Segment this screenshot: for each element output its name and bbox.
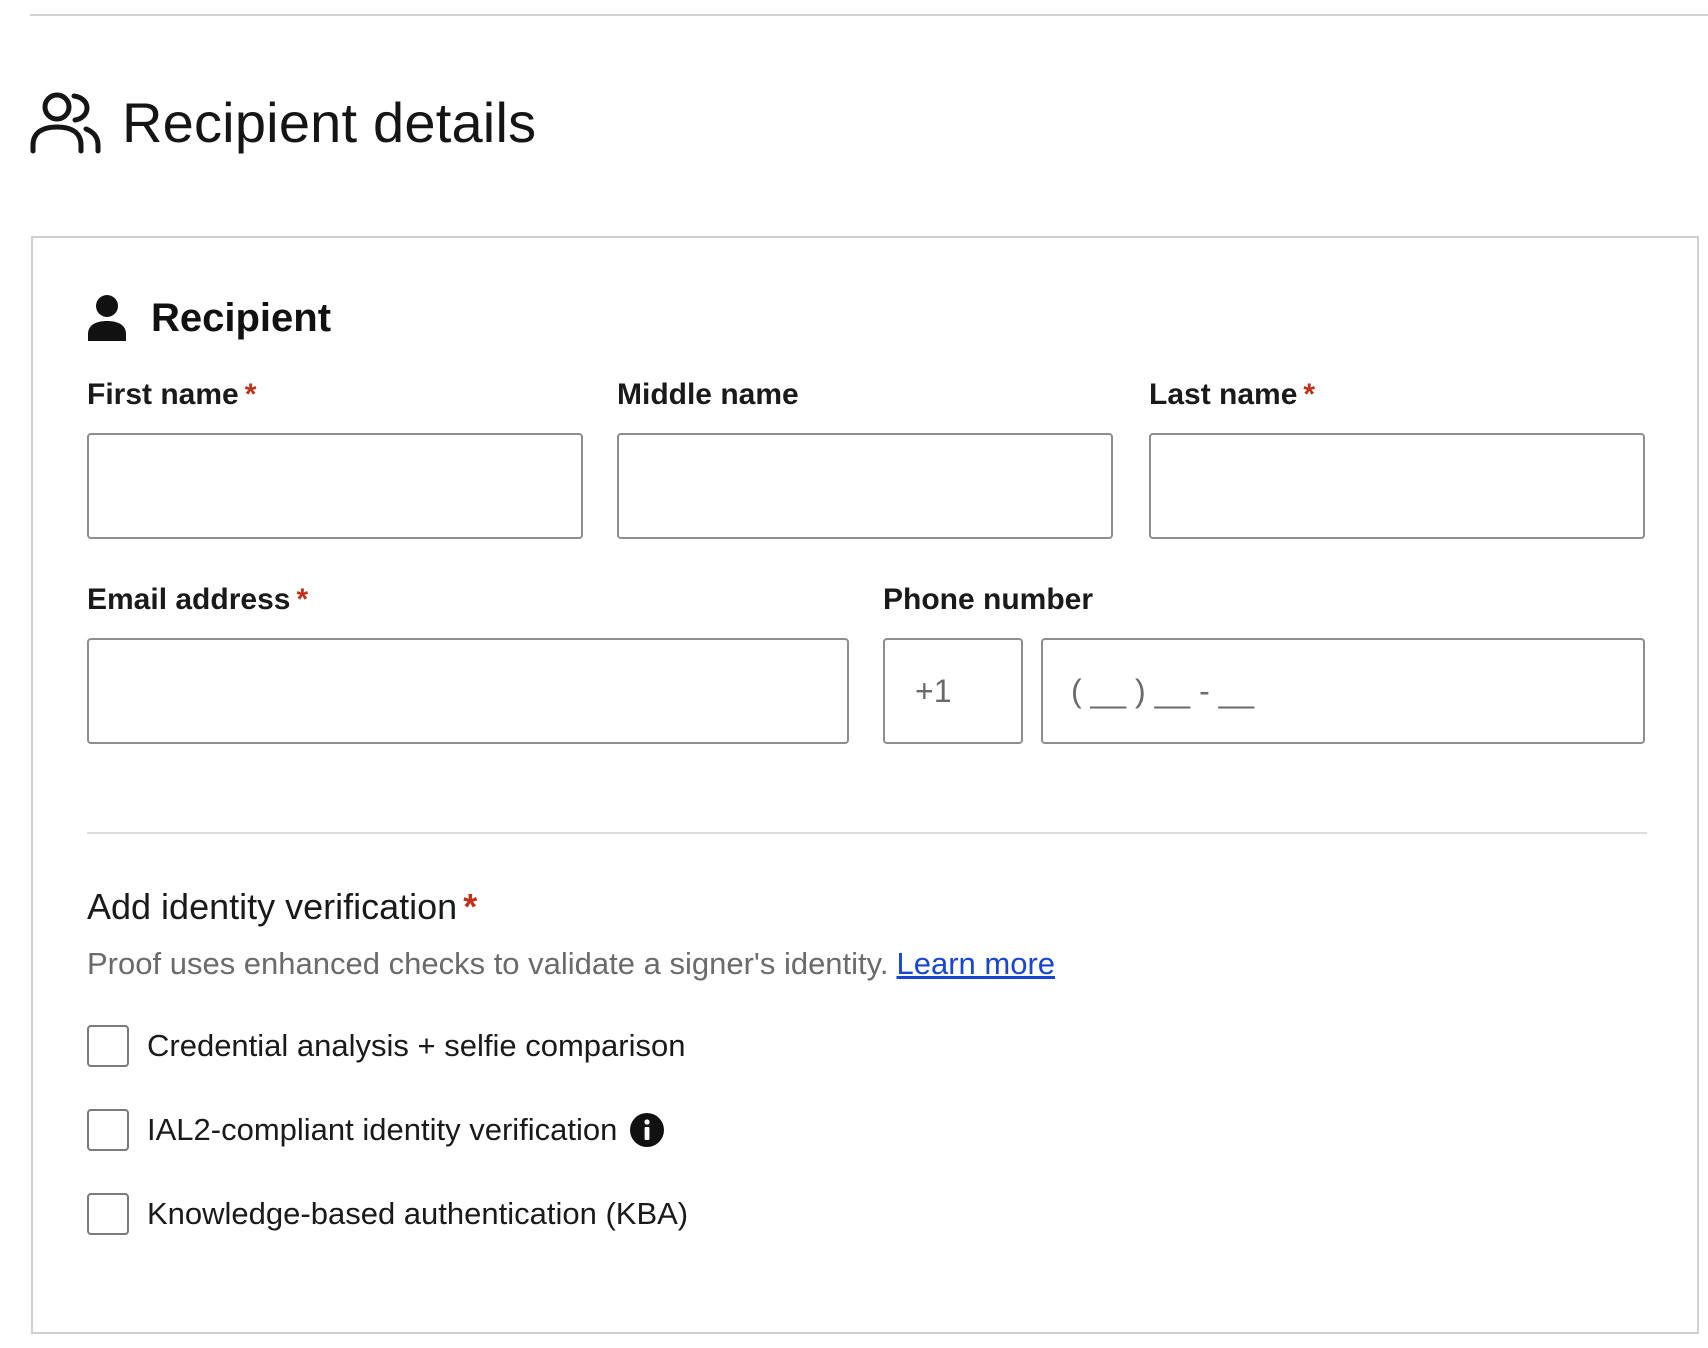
person-icon xyxy=(88,295,126,341)
required-asterisk: * xyxy=(463,886,478,927)
identity-verification-description: Proof uses enhanced checks to validate a… xyxy=(87,946,1055,982)
section-header: Recipient details xyxy=(30,90,536,155)
middle-name-input[interactable] xyxy=(617,433,1113,539)
recipient-card: Recipient First name * Middle name Last n… xyxy=(31,236,1699,1334)
required-asterisk: * xyxy=(296,583,309,616)
page-title: Recipient details xyxy=(122,91,537,154)
required-asterisk: * xyxy=(1303,378,1316,411)
option-label: Credential analysis + selfie comparison xyxy=(147,1028,686,1063)
option-credential-analysis[interactable]: Credential analysis + selfie comparison xyxy=(87,1025,685,1067)
phone-input[interactable]: ( __ ) __ - __ xyxy=(1041,638,1645,744)
checkbox[interactable] xyxy=(87,1193,129,1235)
email-label-text: Email address xyxy=(87,583,291,616)
email-label: Email address * xyxy=(87,583,308,617)
phone-label: Phone number xyxy=(883,583,1094,616)
option-label: Knowledge-based authentication (KBA) xyxy=(147,1196,689,1231)
card-title: Recipient xyxy=(151,295,332,340)
card-header: Recipient xyxy=(87,294,331,342)
info-icon[interactable] xyxy=(629,1112,665,1148)
country-code-field[interactable]: +1 xyxy=(883,638,1023,744)
first-name-input[interactable] xyxy=(87,433,583,539)
last-name-input[interactable] xyxy=(1149,433,1645,539)
users-icon xyxy=(30,92,101,153)
option-label: IAL2-compliant identity verification xyxy=(147,1112,618,1147)
last-name-label-text: Last name xyxy=(1149,378,1298,411)
checkbox[interactable] xyxy=(87,1109,129,1151)
last-name-label: Last name * xyxy=(1149,378,1315,412)
required-asterisk: * xyxy=(244,378,257,411)
middle-name-label: Middle name xyxy=(617,378,799,411)
learn-more-link[interactable]: Learn more xyxy=(896,946,1055,981)
identity-verification-heading: Add identity verification * xyxy=(87,886,477,928)
option-ial2-verification[interactable]: IAL2-compliant identity verification xyxy=(87,1109,665,1151)
description-text: Proof uses enhanced checks to validate a… xyxy=(87,946,889,981)
email-input[interactable] xyxy=(87,638,849,744)
section-divider xyxy=(87,832,1647,834)
first-name-label: First name * xyxy=(87,378,256,412)
option-kba[interactable]: Knowledge-based authentication (KBA) xyxy=(87,1193,688,1235)
identity-verification-heading-text: Add identity verification xyxy=(87,886,458,927)
first-name-label-text: First name xyxy=(87,378,239,411)
top-divider xyxy=(30,14,1708,16)
checkbox[interactable] xyxy=(87,1025,129,1067)
